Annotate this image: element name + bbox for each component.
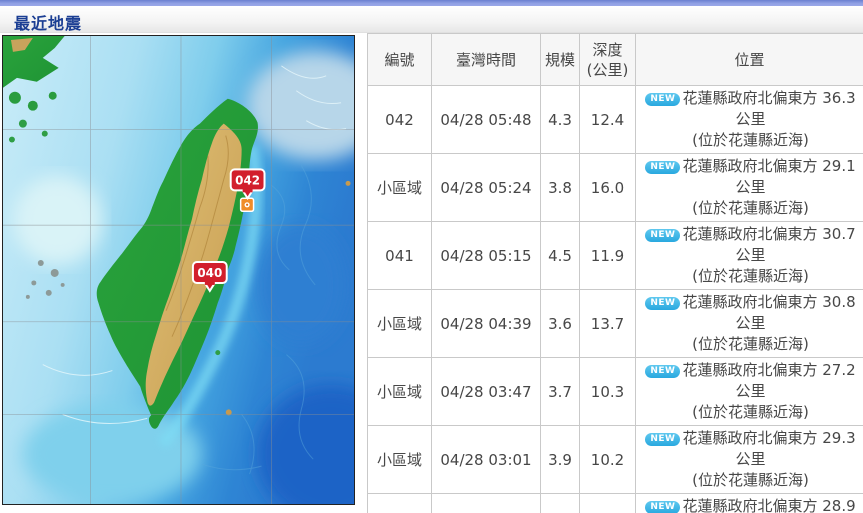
- col-header-number: 編號: [367, 33, 432, 86]
- cell-location: NEW 花蓮縣政府北偏東方 30.7 公里 (位於花蓮縣近海): [635, 221, 863, 290]
- location-line1: 花蓮縣政府北偏東方 29.3 公里: [682, 429, 856, 468]
- cell-magnitude: 3.8: [540, 153, 580, 222]
- cell-number: 041: [367, 221, 432, 290]
- cell-time: 04/28 03:01: [431, 425, 541, 494]
- cell-depth: 11.9: [579, 221, 636, 290]
- new-badge: NEW: [645, 501, 681, 513]
- new-badge: NEW: [645, 297, 681, 310]
- cell-magnitude: 3.9: [540, 425, 580, 494]
- shallow-strait-west: [12, 175, 103, 266]
- col-header-depth: 深度 (公里): [579, 33, 636, 86]
- cell-number: 小區域: [367, 289, 432, 358]
- cell-location: NEW 花蓮縣政府北偏東方 36.3 公里 (位於花蓮縣近海): [635, 85, 863, 154]
- cell-number: 小區域: [367, 153, 432, 222]
- cell-time: 04/28 05:24: [431, 153, 541, 222]
- section-header: 最近地震: [0, 6, 863, 33]
- deep-basin-east: [256, 225, 347, 345]
- location-line2: (位於花蓮縣近海): [692, 335, 809, 353]
- location-line2: (位於花蓮縣近海): [692, 403, 809, 421]
- cell-location: NEW花蓮縣政府北偏東方 28.9 公里 (位於花蓮縣近海): [635, 493, 863, 513]
- cell-depth: 10.5: [579, 493, 636, 513]
- cell-location: NEW 花蓮縣政府北偏東方 29.3 公里 (位於花蓮縣近海): [635, 425, 863, 494]
- earthquake-table-body: 042 04/28 05:48 4.3 12.4 NEW 花蓮縣政府北偏東方 36…: [367, 85, 863, 513]
- earthquake-row[interactable]: 小區域 04/28 03:47 3.7 10.3 NEW 花蓮縣政府北偏東方 27…: [367, 357, 863, 426]
- cell-time: 04/28 03:47: [431, 357, 541, 426]
- marker-label-040: 040: [197, 266, 222, 280]
- cell-number: 小區域: [367, 357, 432, 426]
- location-line1: 花蓮縣政府北偏東方 36.3 公里: [682, 89, 856, 128]
- earthquake-row[interactable]: 小區域 04/28 05:24 3.8 16.0 NEW 花蓮縣政府北偏東方 29…: [367, 153, 863, 222]
- cell-depth: 16.0: [579, 153, 636, 222]
- earthquake-row[interactable]: 042 04/28 05:48 4.3 12.4 NEW 花蓮縣政府北偏東方 36…: [367, 85, 863, 154]
- table-header-row: 編號 臺灣時間 規模 深度 (公里) 位置: [367, 33, 863, 86]
- new-badge: NEW: [645, 365, 681, 378]
- col-header-location: 位置: [635, 33, 863, 86]
- earthquake-row[interactable]: 小區域 04/28 02:52 3.6 10.5 NEW花蓮縣政府北偏東方 28…: [367, 493, 863, 513]
- cell-time: 04/28 04:39: [431, 289, 541, 358]
- location-line1: 花蓮縣政府北偏東方 28.9 公里: [682, 497, 856, 513]
- marker-label-042: 042: [235, 173, 260, 187]
- earthquake-row[interactable]: 小區域 04/28 03:01 3.9 10.2 NEW 花蓮縣政府北偏東方 29…: [367, 425, 863, 494]
- mini-epicenter-marker[interactable]: [239, 197, 255, 212]
- location-line2: (位於花蓮縣近海): [692, 131, 809, 149]
- col-header-magnitude: 規模: [540, 33, 580, 86]
- new-badge: NEW: [645, 93, 681, 106]
- cell-depth: 10.3: [579, 357, 636, 426]
- cell-magnitude: 4.5: [540, 221, 580, 290]
- cell-location: NEW 花蓮縣政府北偏東方 30.8 公里 (位於花蓮縣近海): [635, 289, 863, 358]
- cell-number: 042: [367, 85, 432, 154]
- cell-time: 04/28 05:15: [431, 221, 541, 290]
- location-line1: 花蓮縣政府北偏東方 29.1 公里: [682, 157, 856, 196]
- cell-number: 小區域: [367, 493, 432, 513]
- location-line1: 花蓮縣政府北偏東方 27.2 公里: [682, 361, 856, 400]
- col-header-time: 臺灣時間: [431, 33, 541, 86]
- cell-time: 04/28 05:48: [431, 85, 541, 154]
- page-title: 最近地震: [14, 14, 83, 33]
- cell-magnitude: 3.6: [540, 289, 580, 358]
- cell-magnitude: 4.3: [540, 85, 580, 154]
- cell-magnitude: 3.7: [540, 357, 580, 426]
- earthquake-row[interactable]: 041 04/28 05:15 4.5 11.9 NEW 花蓮縣政府北偏東方 30…: [367, 221, 863, 290]
- cell-magnitude: 3.6: [540, 493, 580, 513]
- recent-earthquakes-page: 最近地震 042 040 編號 臺灣時間 規模 深度 (公里) 位置 042 0…: [0, 0, 863, 513]
- cell-time: 04/28 02:52: [431, 493, 541, 513]
- location-line1: 花蓮縣政府北偏東方 30.7 公里: [682, 225, 856, 264]
- location-line1: 花蓮縣政府北偏東方 30.8 公里: [682, 293, 856, 332]
- cell-location: NEW 花蓮縣政府北偏東方 27.2 公里 (位於花蓮縣近海): [635, 357, 863, 426]
- cell-depth: 10.2: [579, 425, 636, 494]
- new-badge: NEW: [645, 161, 681, 174]
- new-badge: NEW: [645, 229, 681, 242]
- cell-location: NEW 花蓮縣政府北偏東方 29.1 公里 (位於花蓮縣近海): [635, 153, 863, 222]
- taiwan-earthquake-map[interactable]: 042 040: [2, 35, 355, 505]
- cell-number: 小區域: [367, 425, 432, 494]
- new-badge: NEW: [645, 433, 681, 446]
- location-line2: (位於花蓮縣近海): [692, 267, 809, 285]
- topographic-map-image: 042 040: [3, 36, 354, 504]
- location-line2: (位於花蓮縣近海): [692, 199, 809, 217]
- location-line2: (位於花蓮縣近海): [692, 471, 809, 489]
- earthquake-row[interactable]: 小區域 04/28 04:39 3.6 13.7 NEW 花蓮縣政府北偏東方 30…: [367, 289, 863, 358]
- cell-depth: 13.7: [579, 289, 636, 358]
- earthquake-table: 編號 臺灣時間 規模 深度 (公里) 位置 042 04/28 05:48 4.…: [367, 33, 863, 513]
- cell-depth: 12.4: [579, 85, 636, 154]
